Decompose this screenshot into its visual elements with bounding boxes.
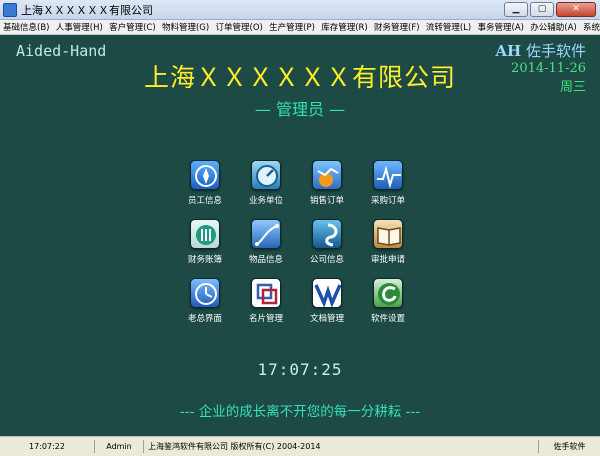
- card-stack-icon: [251, 278, 281, 308]
- menu-inventory[interactable]: 库存管理(R): [321, 21, 368, 33]
- module-label: 软件设置: [370, 314, 405, 324]
- main-panel: Aided-Hand 上海ＸＸＸＸＸＸ有限公司 — 管理员 — AH 佐手软件 …: [0, 36, 600, 435]
- module-label: 业务单位: [248, 196, 283, 206]
- menu-finance[interactable]: 财务管理(F): [374, 21, 420, 33]
- module-document[interactable]: 文档管理: [292, 278, 362, 324]
- module-approval[interactable]: 审批申请: [353, 219, 423, 265]
- module-label: 员工信息: [187, 196, 222, 206]
- module-label: 审批申请: [370, 255, 405, 265]
- module-business-unit[interactable]: 业务单位: [231, 160, 301, 206]
- cd-icon: [373, 278, 403, 308]
- status-bar: 17:07:22 Admin 上海鉴鸿软件有限公司 版权所有(C) 2004-2…: [0, 436, 600, 456]
- status-time: 17:07:22: [0, 440, 95, 453]
- clock-icon: [190, 278, 220, 308]
- module-finance-ledger[interactable]: 财务账簿: [170, 219, 240, 265]
- maximize-button[interactable]: ▢: [530, 2, 554, 17]
- status-copyright: 上海鉴鸿软件有限公司 版权所有(C) 2004-2014: [144, 440, 539, 453]
- module-label: 老总界面: [187, 314, 222, 324]
- word-icon: [312, 278, 342, 308]
- module-label: 文档管理: [309, 314, 344, 324]
- brand-block: AH 佐手软件 2014-11-26 周三: [495, 40, 586, 95]
- window-title: 上海ＸＸＸＸＸＸ有限公司: [21, 3, 153, 17]
- module-employee-info[interactable]: 员工信息: [170, 160, 240, 206]
- brand-logo: AH: [495, 42, 522, 60]
- module-sales-order[interactable]: 销售订单: [292, 160, 362, 206]
- brand-name: 佐手软件: [525, 42, 586, 60]
- menu-material[interactable]: 物料管理(G): [162, 21, 209, 33]
- menu-system[interactable]: 系统管理(Y): [583, 21, 600, 33]
- module-label: 销售订单: [309, 196, 344, 206]
- module-business-card[interactable]: 名片管理: [231, 278, 301, 324]
- title-bar: 上海ＸＸＸＸＸＸ有限公司 ▁ ▢ ✕: [0, 0, 600, 20]
- module-purchase-order[interactable]: 采购订单: [353, 160, 423, 206]
- close-button[interactable]: ✕: [556, 2, 596, 17]
- role-label: — 管理员 —: [254, 100, 346, 119]
- menu-office[interactable]: 办公辅助(A): [530, 21, 576, 33]
- compass-icon: [190, 160, 220, 190]
- current-weekday: 周三: [559, 80, 586, 95]
- menu-order[interactable]: 订单管理(O): [216, 21, 263, 33]
- menu-affairs[interactable]: 事务管理(A): [478, 21, 524, 33]
- module-label: 名片管理: [248, 314, 283, 324]
- menu-hr[interactable]: 人事管理(H): [56, 21, 103, 33]
- minimize-button[interactable]: ▁: [504, 2, 528, 17]
- module-label: 物品信息: [248, 255, 283, 265]
- module-company-info[interactable]: 公司信息: [292, 219, 362, 265]
- module-label: 公司信息: [309, 255, 344, 265]
- slogan: --- 企业的成长离不开您的每一分耕耘 ---: [179, 404, 421, 420]
- app-icon: [3, 2, 17, 17]
- module-boss-view[interactable]: 老总界面: [170, 278, 240, 324]
- coins-icon: [190, 219, 220, 249]
- menu-production[interactable]: 生产管理(P): [269, 21, 315, 33]
- module-item-info[interactable]: 物品信息: [231, 219, 301, 265]
- pulse-icon: [373, 160, 403, 190]
- status-brand: 佐手软件: [553, 442, 586, 451]
- window-controls: ▁ ▢ ✕: [504, 2, 596, 17]
- menu-bar: 基础信息(B) 人事管理(H) 客户管理(C) 物料管理(G) 订单管理(O) …: [0, 20, 600, 35]
- module-label: 采购订单: [370, 196, 405, 206]
- curve-icon: [251, 219, 281, 249]
- current-date: 2014-11-26: [511, 61, 586, 76]
- live-clock: 17:07:25: [257, 360, 343, 379]
- module-software-settings[interactable]: 软件设置: [353, 278, 423, 324]
- menu-workflow[interactable]: 流转管理(L): [426, 21, 471, 33]
- book-icon: [373, 219, 403, 249]
- menu-customer[interactable]: 客户管理(C): [109, 21, 156, 33]
- menu-basic-info[interactable]: 基础信息(B): [3, 21, 49, 33]
- swirl-icon: [312, 219, 342, 249]
- module-label: 财务账簿: [187, 255, 222, 265]
- status-user: Admin: [95, 440, 144, 453]
- gauge-icon: [251, 160, 281, 190]
- chart-up-icon: [312, 160, 342, 190]
